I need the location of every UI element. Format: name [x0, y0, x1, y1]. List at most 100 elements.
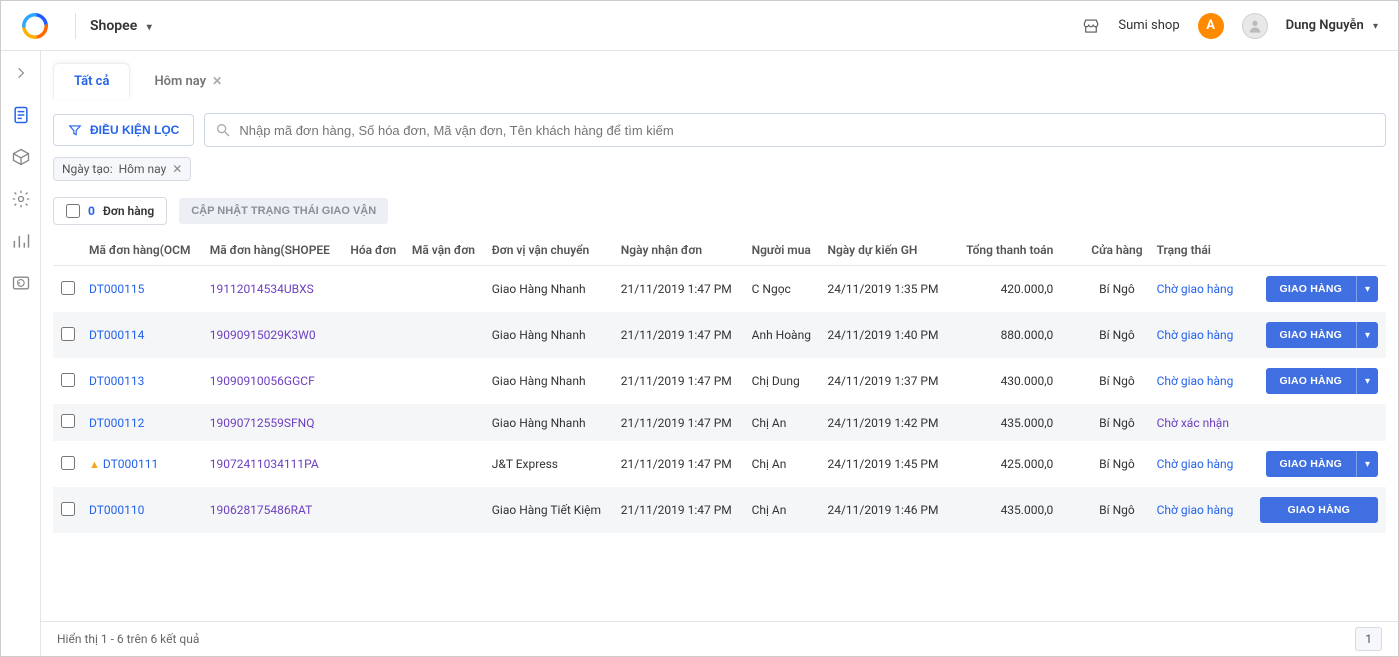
close-icon[interactable]: ✕	[212, 74, 222, 88]
order-shopee-link[interactable]: 19112014534UBXS	[210, 282, 314, 296]
received-date: 21/11/2019 1:47 PM	[615, 404, 746, 441]
order-ocm-link[interactable]: DT000110	[89, 503, 144, 517]
total-amount: 430.000,0	[952, 358, 1083, 404]
col-received: Ngày nhận đơn	[615, 235, 746, 266]
alert-badge[interactable]: A	[1198, 13, 1224, 39]
chip-date[interactable]: Ngày tạo: Hôm nay ✕	[53, 157, 191, 181]
carrier: Giao Hàng Nhanh	[486, 312, 615, 358]
search-box[interactable]	[204, 113, 1386, 147]
channel-selector[interactable]: Shopee ▾	[90, 18, 152, 34]
table-row[interactable]: DT00011519112014534UBXSGiao Hàng Nhanh21…	[53, 266, 1386, 313]
status-badge: Chờ xác nhận	[1157, 416, 1229, 430]
order-ocm-link[interactable]: DT000113	[89, 374, 144, 388]
select-all-checkbox[interactable]	[66, 204, 80, 218]
app-window: Shopee ▾ Sumi shop A Dung Nguyễn ▾	[0, 0, 1399, 657]
deliver-button[interactable]: GIAO HÀNG	[1266, 368, 1356, 394]
order-ocm-link[interactable]: ▲DT000111	[89, 457, 158, 471]
search-icon	[215, 122, 231, 138]
order-ocm-link[interactable]: DT000114	[89, 328, 144, 342]
deliver-button[interactable]: GIAO HÀNG	[1266, 276, 1356, 302]
tab-all[interactable]: Tất cả	[53, 63, 130, 99]
shop-name[interactable]: Sumi shop	[1118, 18, 1179, 33]
sidebar-item-products[interactable]	[11, 147, 31, 167]
order-shopee-link[interactable]: 19090910056GGCF	[210, 374, 315, 388]
order-shopee-link[interactable]: 19090915029K3W0	[210, 328, 316, 342]
buyer-name: C Ngọc	[746, 266, 822, 313]
row-checkbox[interactable]	[61, 456, 75, 470]
order-ocm-link[interactable]: DT000115	[89, 282, 144, 296]
col-status: Trạng thái	[1151, 235, 1245, 266]
chevron-down-icon: ▾	[1373, 21, 1378, 32]
deliver-button[interactable]: GIAO HÀNG	[1266, 322, 1356, 348]
user-avatar-icon[interactable]	[1242, 13, 1268, 39]
store-name: Bí Ngô	[1083, 358, 1150, 404]
row-checkbox[interactable]	[61, 327, 75, 341]
deliver-dropdown[interactable]: ▾	[1356, 322, 1378, 348]
pager: 1	[1355, 632, 1382, 646]
order-shopee-link[interactable]: 190628175486RAT	[210, 503, 313, 517]
status-badge: Chờ giao hàng	[1157, 374, 1234, 388]
count-number: 0	[88, 204, 95, 218]
buyer-name: Chị An	[746, 404, 822, 441]
received-date: 21/11/2019 1:47 PM	[615, 312, 746, 358]
table-row[interactable]: DT000110190628175486RATGiao Hàng Tiết Ki…	[53, 487, 1386, 533]
search-input[interactable]	[239, 123, 1375, 138]
deliver-dropdown[interactable]: ▾	[1356, 368, 1378, 394]
expected-date: 24/11/2019 1:46 PM	[821, 487, 952, 533]
filter-button[interactable]: ĐIỀU KIỆN LỌC	[53, 114, 194, 146]
sidebar-item-reports[interactable]	[11, 231, 31, 251]
close-icon[interactable]: ✕	[172, 162, 182, 176]
received-date: 21/11/2019 1:47 PM	[615, 487, 746, 533]
header: Shopee ▾ Sumi shop A Dung Nguyễn ▾	[1, 1, 1398, 51]
carrier: Giao Hàng Nhanh	[486, 404, 615, 441]
expected-date: 24/11/2019 1:35 PM	[821, 266, 952, 313]
chevron-down-icon: ▾	[147, 22, 152, 33]
page-number[interactable]: 1	[1355, 627, 1382, 651]
table-row[interactable]: DT000114 19090915029K3W0 Giao Hàng Nhanh21…	[53, 312, 1386, 358]
result-summary: Hiển thị 1 - 6 trên 6 kết quả	[57, 632, 199, 646]
sidebar-item-settings[interactable]	[11, 189, 31, 209]
expected-date: 24/11/2019 1:45 PM	[821, 441, 952, 487]
table-container: Mã đơn hàng(OCM Mã đơn hàng(SHOPEE Hóa đ…	[41, 235, 1398, 621]
sidebar-item-sync[interactable]	[11, 273, 31, 293]
deliver-button[interactable]: GIAO HÀNG	[1266, 451, 1356, 477]
expected-date: 24/11/2019 1:42 PM	[821, 404, 952, 441]
store-name: Bí Ngô	[1083, 487, 1150, 533]
row-checkbox[interactable]	[61, 281, 75, 295]
status-badge: Chờ giao hàng	[1157, 503, 1234, 517]
deliver-dropdown[interactable]: ▾	[1356, 276, 1378, 302]
total-amount: 420.000,0	[952, 266, 1083, 313]
col-buyer: Người mua	[746, 235, 822, 266]
sidebar-expand-icon[interactable]	[11, 63, 31, 83]
table-row[interactable]: ▲DT00011119072411034111PAJ&T Express21/1…	[53, 441, 1386, 487]
table-row[interactable]: DT000112 19090712559SFNQ Giao Hàng Nhanh21…	[53, 404, 1386, 441]
order-shopee-link[interactable]: 19090712559SFNQ	[210, 416, 315, 430]
received-date: 21/11/2019 1:47 PM	[615, 358, 746, 404]
status-badge: Chờ giao hàng	[1157, 282, 1234, 296]
row-checkbox[interactable]	[61, 502, 75, 516]
header-right: Sumi shop A Dung Nguyễn ▾	[1082, 13, 1378, 39]
update-status-button[interactable]: CẬP NHẬT TRẠNG THÁI GIAO VẬN	[179, 198, 388, 224]
col-shipcode: Mã vận đơn	[406, 235, 486, 266]
table-row[interactable]: DT000113 19090910056GGCF Giao Hàng Nhanh21…	[53, 358, 1386, 404]
col-invoice: Hóa đơn	[344, 235, 406, 266]
buyer-name: Anh Hoàng	[746, 312, 822, 358]
user-menu[interactable]: Dung Nguyễn ▾	[1286, 18, 1378, 33]
total-amount: 435.000,0	[952, 404, 1083, 441]
deliver-dropdown[interactable]: ▾	[1356, 451, 1378, 477]
order-ocm-link[interactable]: DT000112	[89, 416, 144, 430]
tabs: Tất cả Hôm nay ✕	[41, 51, 1398, 99]
order-shopee-link[interactable]: 19072411034111PA	[210, 457, 319, 471]
received-date: 21/11/2019 1:47 PM	[615, 441, 746, 487]
buyer-name: Chị An	[746, 441, 822, 487]
expected-date: 24/11/2019 1:40 PM	[821, 312, 952, 358]
deliver-button[interactable]: GIAO HÀNG	[1260, 497, 1378, 523]
carrier: Giao Hàng Nhanh	[486, 358, 615, 404]
status-badge: Chờ giao hàng	[1157, 457, 1234, 471]
filter-icon	[68, 123, 82, 137]
sidebar-item-orders[interactable]	[11, 105, 31, 125]
tab-today[interactable]: Hôm nay ✕	[134, 63, 242, 99]
row-checkbox[interactable]	[61, 373, 75, 387]
row-checkbox[interactable]	[61, 414, 75, 428]
body: Tất cả Hôm nay ✕ ĐIỀU KIỆN LỌC Ngà	[1, 51, 1398, 656]
